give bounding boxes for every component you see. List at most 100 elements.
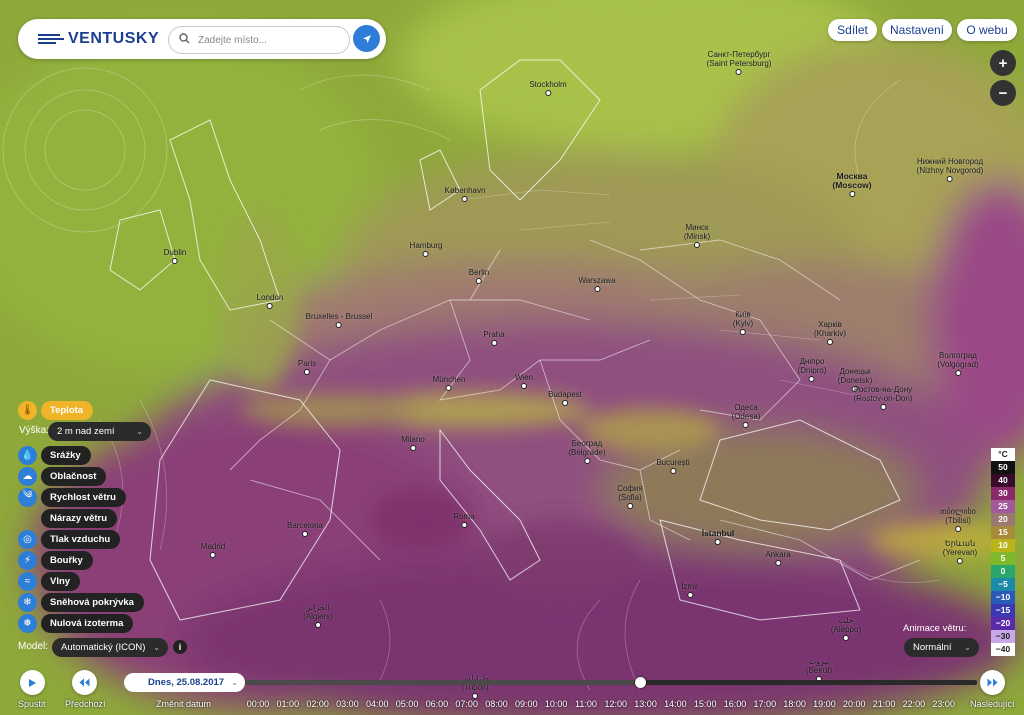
timeline-hour-label[interactable]: 18:00 xyxy=(783,699,807,709)
timeline-hour-label[interactable]: 15:00 xyxy=(693,699,717,709)
weather-map[interactable] xyxy=(0,0,1024,715)
city-label-milano[interactable]: Milano xyxy=(401,435,425,451)
city-label-hamburg[interactable]: Hamburg xyxy=(410,241,442,257)
layer-label: Oblačnost xyxy=(41,467,107,486)
city-label-nizhny-novgorod[interactable]: Нижний Новгород (Nizhny Novgorod) xyxy=(917,157,983,182)
legend-row: 5 xyxy=(991,552,1015,565)
city-label-dublin[interactable]: Dublin xyxy=(164,248,186,264)
city-label-kharkiv[interactable]: Харків (Kharkiv) xyxy=(814,320,846,345)
timeline-hour-label[interactable]: 10:00 xyxy=(544,699,568,709)
height-select[interactable]: 2 m nad zemí ⌄ xyxy=(48,422,151,441)
date-selector[interactable]: Dnes, 25.08.2017 ⌄ xyxy=(124,673,245,692)
layer-storms[interactable]: ⚡ Bouřky xyxy=(18,551,93,570)
timeline-hour-label[interactable]: 22:00 xyxy=(902,699,926,709)
city-label-budapest[interactable]: Budapest xyxy=(548,390,582,406)
city-label-kyiv[interactable]: Київ (Kyiv) xyxy=(733,310,753,335)
timeline-hour-label[interactable]: 13:00 xyxy=(634,699,658,709)
city-label-yerevan[interactable]: Երևան (Yerevan) xyxy=(943,539,977,564)
city-label-copenhagen[interactable]: København xyxy=(445,186,485,202)
city-label-wien[interactable]: Wien xyxy=(515,373,533,389)
settings-button[interactable]: Nastavení xyxy=(882,19,952,41)
timeline-hour-label[interactable]: 19:00 xyxy=(812,699,836,709)
timeline-hour-label[interactable]: 02:00 xyxy=(306,699,330,709)
search-input[interactable] xyxy=(196,33,340,47)
city-label-belgrade[interactable]: Београд (Belgrade) xyxy=(568,439,606,464)
city-label-roma[interactable]: Roma xyxy=(453,512,475,528)
layer-wind-gusts[interactable]: Nárazy větru xyxy=(18,509,118,528)
timeline-hour-label[interactable]: 16:00 xyxy=(723,699,747,709)
next-button[interactable] xyxy=(980,670,1005,695)
snowflake-icon: ❄ xyxy=(18,593,37,612)
city-label-ankara[interactable]: Ankara xyxy=(765,550,791,566)
city-label-tbilisi[interactable]: თბილისი (Tbilisi) xyxy=(940,507,976,532)
layer-snow-cover[interactable]: ❄ Sněhová pokrývka xyxy=(18,593,144,612)
previous-button[interactable] xyxy=(72,670,97,695)
timeline-hour-label[interactable]: 11:00 xyxy=(574,699,598,709)
timeline-hour-label[interactable]: 23:00 xyxy=(932,699,956,709)
timeline-hour-label[interactable]: 04:00 xyxy=(365,699,389,709)
timeline-hour-label[interactable]: 03:00 xyxy=(335,699,359,709)
layer-waves[interactable]: ≈ Vlny xyxy=(18,572,81,591)
city-label-algiers[interactable]: الجزائر (Algiers) xyxy=(303,603,333,628)
share-button[interactable]: Sdílet xyxy=(828,19,877,41)
city-label-minsk[interactable]: Минск (Minsk) xyxy=(684,223,710,248)
timeline-hour-label[interactable]: 14:00 xyxy=(663,699,687,709)
city-label-volgograd[interactable]: Волгоград (Volgograd) xyxy=(937,351,979,376)
city-label-praha[interactable]: Praha xyxy=(483,330,505,346)
city-label-stockholm[interactable]: Stockholm xyxy=(529,80,567,96)
timeline-hour-label[interactable]: 08:00 xyxy=(485,699,509,709)
timeline-hour-label[interactable]: 21:00 xyxy=(872,699,896,709)
timeline-handle[interactable] xyxy=(635,677,646,688)
model-select[interactable]: Automatický (ICON) ⌄ xyxy=(52,638,168,657)
timeline-hour-label[interactable]: 17:00 xyxy=(753,699,777,709)
timeline-hour-label[interactable]: 01:00 xyxy=(276,699,300,709)
city-label-izmir[interactable]: İzmir xyxy=(681,582,699,598)
city-label-istanbul[interactable]: İstanbul xyxy=(702,529,734,545)
city-label-sofia[interactable]: София (Sofia) xyxy=(617,484,643,509)
layer-precipitation[interactable]: 💧 Srážky xyxy=(18,446,91,465)
layer-pressure[interactable]: ◎ Tlak vzduchu xyxy=(18,530,121,549)
info-icon[interactable]: i xyxy=(173,640,187,654)
layer-freezing-level[interactable]: ❅ Nulová izoterma xyxy=(18,614,134,633)
city-label-aleppo[interactable]: حلب (Aleppo) xyxy=(831,616,861,641)
zoom-in-button[interactable]: + xyxy=(990,50,1016,76)
city-label-rostov[interactable]: Ростов-на-Дону (Rostov-on-Don) xyxy=(853,385,913,410)
city-label-saint-petersburg[interactable]: Санкт-Петербург (Saint Petersburg) xyxy=(707,50,771,75)
layer-label: Nulová izoterma xyxy=(41,614,134,633)
zoom-out-button[interactable]: − xyxy=(990,80,1016,106)
layer-label: Bouřky xyxy=(41,551,93,570)
timeline-hour-label[interactable]: 20:00 xyxy=(842,699,866,709)
timeline-hour-label[interactable]: 07:00 xyxy=(455,699,479,709)
model-value: Automatický (ICON) xyxy=(61,642,146,653)
layer-label: Nárazy větru xyxy=(41,509,118,528)
city-label-madrid[interactable]: Madrid xyxy=(201,542,225,558)
city-label-london[interactable]: London xyxy=(257,293,283,309)
ventusky-logo[interactable]: VENTUSKY xyxy=(38,30,159,48)
city-label-tripoli[interactable]: طرابلس (Tripoli) xyxy=(461,674,489,699)
about-button[interactable]: O webu xyxy=(957,19,1017,41)
timeline-hour-label[interactable]: 05:00 xyxy=(395,699,419,709)
city-label-beirut[interactable]: بيروت (Beirut) xyxy=(806,657,832,682)
play-label: Spustit xyxy=(18,699,46,709)
wind-animation-select[interactable]: Normální ⌄ xyxy=(904,638,979,657)
locate-button[interactable] xyxy=(353,25,380,52)
city-label-bucuresti[interactable]: București xyxy=(656,458,690,474)
city-label-barcelona[interactable]: Barcelona xyxy=(287,521,323,537)
layer-wind-speed[interactable]: ༄ Rychlost větru xyxy=(18,488,126,507)
city-label-odesa[interactable]: Одеса (Odesa) xyxy=(732,403,760,428)
timeline-hour-label[interactable]: 09:00 xyxy=(514,699,538,709)
layer-temperature[interactable]: 🌡 Teplota xyxy=(18,401,94,420)
city-label-warszawa[interactable]: Warszawa xyxy=(578,276,616,292)
play-button[interactable] xyxy=(20,670,45,695)
timeline-hour-label[interactable]: 06:00 xyxy=(425,699,449,709)
city-label-berlin[interactable]: Berlin xyxy=(469,268,489,284)
change-date-label[interactable]: Změnit datum xyxy=(156,699,211,709)
city-label-moscow[interactable]: Москва (Moscow) xyxy=(832,172,872,197)
city-label-dnipro[interactable]: Дніпро (Dnipro) xyxy=(798,357,826,382)
city-label-paris[interactable]: Paris xyxy=(298,359,316,375)
city-label-brussels[interactable]: Bruxelles - Brussel xyxy=(306,312,372,328)
city-label-munchen[interactable]: München xyxy=(433,375,465,391)
search-field[interactable] xyxy=(168,26,350,54)
timeline-hour-label[interactable]: 12:00 xyxy=(604,699,628,709)
timeline-hour-label[interactable]: 00:00 xyxy=(246,699,270,709)
